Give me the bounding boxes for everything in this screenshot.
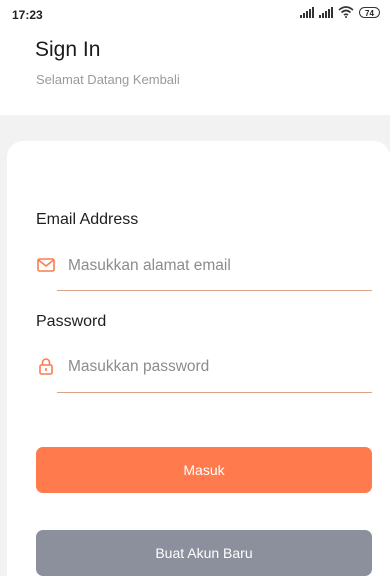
signal-icon-2: [319, 6, 333, 18]
password-field[interactable]: Masukkan password: [36, 352, 372, 382]
create-account-button[interactable]: Buat Akun Baru: [36, 530, 372, 576]
status-icons: 74: [300, 6, 380, 18]
email-placeholder: Masukkan alamat email: [68, 257, 231, 274]
status-bar: 17:23 74: [0, 0, 390, 32]
password-placeholder: Masukkan password: [68, 358, 210, 375]
wifi-icon: [338, 6, 354, 18]
password-label: Password: [36, 313, 107, 330]
page-header: Sign In Selamat Datang Kembali: [0, 32, 390, 115]
lock-icon: [39, 358, 53, 375]
battery-icon: 74: [359, 6, 380, 18]
password-underline: [57, 392, 372, 393]
signal-icon: [300, 6, 314, 18]
email-underline: [57, 290, 372, 291]
email-field[interactable]: Masukkan alamat email: [36, 251, 372, 281]
mail-icon: [37, 258, 55, 272]
status-time: 17:23: [12, 8, 43, 22]
email-label: Email Address: [36, 211, 139, 228]
page-title: Sign In: [35, 38, 101, 61]
login-button[interactable]: Masuk: [36, 447, 372, 493]
page-subtitle: Selamat Datang Kembali: [36, 72, 180, 87]
